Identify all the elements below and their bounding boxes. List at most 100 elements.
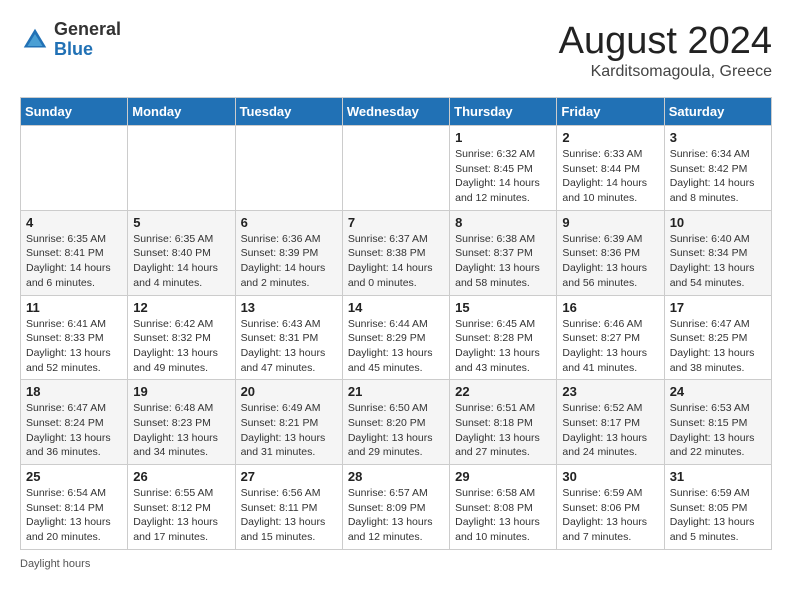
day-info: Sunrise: 6:58 AMSunset: 8:08 PMDaylight:… — [455, 486, 551, 545]
day-info: Sunrise: 6:47 AMSunset: 8:25 PMDaylight:… — [670, 317, 766, 376]
day-info: Sunrise: 6:47 AMSunset: 8:24 PMDaylight:… — [26, 401, 122, 460]
day-header-saturday: Saturday — [664, 98, 771, 126]
day-info: Sunrise: 6:39 AMSunset: 8:36 PMDaylight:… — [562, 232, 658, 291]
daylight-hours-label: Daylight hours — [20, 558, 90, 570]
day-number: 24 — [670, 384, 766, 399]
day-info: Sunrise: 6:33 AMSunset: 8:44 PMDaylight:… — [562, 147, 658, 206]
calendar-cell: 4 Sunrise: 6:35 AMSunset: 8:41 PMDaylight… — [21, 210, 128, 295]
calendar-cell: 6 Sunrise: 6:36 AMSunset: 8:39 PMDaylight… — [235, 210, 342, 295]
day-number: 10 — [670, 215, 766, 230]
calendar-cell: 9Sunrise: 6:39 AMSunset: 8:36 PMDaylight… — [557, 210, 664, 295]
calendar-cell: 1 Sunrise: 6:32 AMSunset: 8:45 PMDaylight… — [450, 126, 557, 211]
day-info: Sunrise: 6:45 AMSunset: 8:28 PMDaylight:… — [455, 317, 551, 376]
calendar: SundayMondayTuesdayWednesdayThursdayFrid… — [20, 97, 772, 550]
day-info: Sunrise: 6:35 AMSunset: 8:41 PMDaylight:… — [26, 232, 122, 291]
day-number: 4 — [26, 215, 122, 230]
day-info: Sunrise: 6:36 AMSunset: 8:39 PMDaylight:… — [241, 232, 337, 291]
calendar-cell: 2 Sunrise: 6:33 AMSunset: 8:44 PMDaylight… — [557, 126, 664, 211]
day-header-wednesday: Wednesday — [342, 98, 449, 126]
calendar-cell: 15 Sunrise: 6:45 AMSunset: 8:28 PMDayligh… — [450, 295, 557, 380]
day-info: Sunrise: 6:50 AMSunset: 8:20 PMDaylight:… — [348, 401, 444, 460]
day-number: 8 — [455, 215, 551, 230]
day-info: Sunrise: 6:37 AMSunset: 8:38 PMDaylight:… — [348, 232, 444, 291]
calendar-cell: 17 Sunrise: 6:47 AMSunset: 8:25 PMDayligh… — [664, 295, 771, 380]
week-row-5: 25 Sunrise: 6:54 AMSunset: 8:14 PMDayligh… — [21, 465, 772, 550]
day-header-monday: Monday — [128, 98, 235, 126]
calendar-cell: 19Sunrise: 6:48 AMSunset: 8:23 PMDayligh… — [128, 380, 235, 465]
day-info: Sunrise: 6:59 AMSunset: 8:05 PMDaylight:… — [670, 486, 766, 545]
day-info: Sunrise: 6:54 AMSunset: 8:14 PMDaylight:… — [26, 486, 122, 545]
day-info: Sunrise: 6:32 AMSunset: 8:45 PMDaylight:… — [455, 147, 551, 206]
calendar-cell: 26 Sunrise: 6:55 AMSunset: 8:12 PMDayligh… — [128, 465, 235, 550]
calendar-cell: 10Sunrise: 6:40 AMSunset: 8:34 PMDayligh… — [664, 210, 771, 295]
day-header-thursday: Thursday — [450, 98, 557, 126]
day-info: Sunrise: 6:46 AMSunset: 8:27 PMDaylight:… — [562, 317, 658, 376]
logo-icon — [20, 25, 50, 55]
calendar-cell: 12 Sunrise: 6:42 AMSunset: 8:32 PMDayligh… — [128, 295, 235, 380]
day-info: Sunrise: 6:55 AMSunset: 8:12 PMDaylight:… — [133, 486, 229, 545]
calendar-cell: 27 Sunrise: 6:56 AMSunset: 8:11 PMDayligh… — [235, 465, 342, 550]
day-number: 14 — [348, 300, 444, 315]
day-info: Sunrise: 6:42 AMSunset: 8:32 PMDaylight:… — [133, 317, 229, 376]
calendar-cell: 31 Sunrise: 6:59 AMSunset: 8:05 PMDayligh… — [664, 465, 771, 550]
calendar-cell: 21 Sunrise: 6:50 AMSunset: 8:20 PMDayligh… — [342, 380, 449, 465]
day-number: 26 — [133, 469, 229, 484]
day-info: Sunrise: 6:34 AMSunset: 8:42 PMDaylight:… — [670, 147, 766, 206]
day-header-sunday: Sunday — [21, 98, 128, 126]
calendar-cell: 18 Sunrise: 6:47 AMSunset: 8:24 PMDayligh… — [21, 380, 128, 465]
day-number: 13 — [241, 300, 337, 315]
day-number: 28 — [348, 469, 444, 484]
day-number: 19 — [133, 384, 229, 399]
day-number: 27 — [241, 469, 337, 484]
logo-blue-text: Blue — [54, 40, 121, 60]
calendar-cell — [128, 126, 235, 211]
day-number: 6 — [241, 215, 337, 230]
day-number: 25 — [26, 469, 122, 484]
day-number: 11 — [26, 300, 122, 315]
day-number: 18 — [26, 384, 122, 399]
day-number: 29 — [455, 469, 551, 484]
calendar-cell: 29 Sunrise: 6:58 AMSunset: 8:08 PMDayligh… — [450, 465, 557, 550]
week-row-3: 11 Sunrise: 6:41 AMSunset: 8:33 PMDayligh… — [21, 295, 772, 380]
day-info: Sunrise: 6:57 AMSunset: 8:09 PMDaylight:… — [348, 486, 444, 545]
day-info: Sunrise: 6:43 AMSunset: 8:31 PMDaylight:… — [241, 317, 337, 376]
day-info: Sunrise: 6:56 AMSunset: 8:11 PMDaylight:… — [241, 486, 337, 545]
calendar-cell: 3 Sunrise: 6:34 AMSunset: 8:42 PMDaylight… — [664, 126, 771, 211]
day-header-friday: Friday — [557, 98, 664, 126]
week-row-2: 4 Sunrise: 6:35 AMSunset: 8:41 PMDaylight… — [21, 210, 772, 295]
calendar-cell — [21, 126, 128, 211]
day-info: Sunrise: 6:52 AMSunset: 8:17 PMDaylight:… — [562, 401, 658, 460]
calendar-cell: 13 Sunrise: 6:43 AMSunset: 8:31 PMDayligh… — [235, 295, 342, 380]
day-number: 17 — [670, 300, 766, 315]
day-info: Sunrise: 6:38 AMSunset: 8:37 PMDaylight:… — [455, 232, 551, 291]
logo-text: General Blue — [54, 20, 121, 60]
calendar-cell: 28 Sunrise: 6:57 AMSunset: 8:09 PMDayligh… — [342, 465, 449, 550]
calendar-cell: 14 Sunrise: 6:44 AMSunset: 8:29 PMDayligh… — [342, 295, 449, 380]
calendar-cell: 23Sunrise: 6:52 AMSunset: 8:17 PMDayligh… — [557, 380, 664, 465]
day-info: Sunrise: 6:49 AMSunset: 8:21 PMDaylight:… — [241, 401, 337, 460]
day-number: 12 — [133, 300, 229, 315]
day-info: Sunrise: 6:44 AMSunset: 8:29 PMDaylight:… — [348, 317, 444, 376]
day-number: 2 — [562, 130, 658, 145]
day-number: 16 — [562, 300, 658, 315]
day-info: Sunrise: 6:41 AMSunset: 8:33 PMDaylight:… — [26, 317, 122, 376]
day-number: 5 — [133, 215, 229, 230]
footer-note: Daylight hours — [20, 558, 772, 570]
calendar-cell: 16 Sunrise: 6:46 AMSunset: 8:27 PMDayligh… — [557, 295, 664, 380]
calendar-cell — [235, 126, 342, 211]
day-info: Sunrise: 6:51 AMSunset: 8:18 PMDaylight:… — [455, 401, 551, 460]
logo-general-text: General — [54, 20, 121, 40]
logo: General Blue — [20, 20, 121, 60]
day-number: 15 — [455, 300, 551, 315]
header: General Blue August 2024 Karditsomagoula… — [20, 20, 772, 81]
day-number: 22 — [455, 384, 551, 399]
day-number: 21 — [348, 384, 444, 399]
day-number: 3 — [670, 130, 766, 145]
location-title: Karditsomagoula, Greece — [559, 63, 772, 81]
day-info: Sunrise: 6:59 AMSunset: 8:06 PMDaylight:… — [562, 486, 658, 545]
week-row-4: 18 Sunrise: 6:47 AMSunset: 8:24 PMDayligh… — [21, 380, 772, 465]
day-number: 1 — [455, 130, 551, 145]
week-row-1: 1 Sunrise: 6:32 AMSunset: 8:45 PMDaylight… — [21, 126, 772, 211]
day-header-tuesday: Tuesday — [235, 98, 342, 126]
day-number: 31 — [670, 469, 766, 484]
